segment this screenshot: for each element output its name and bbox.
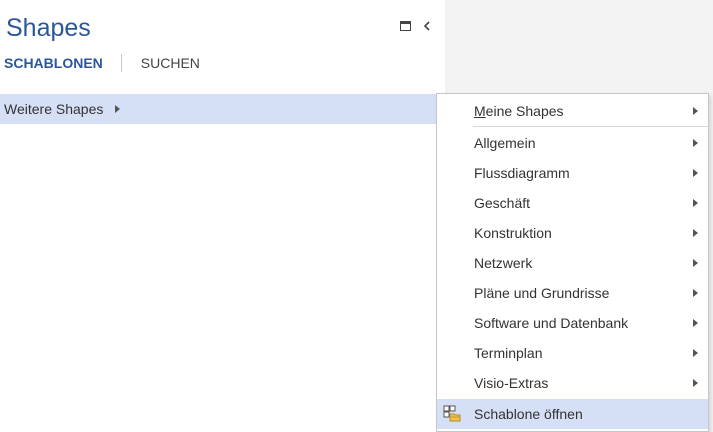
menu-item-visio-extras[interactable]: Visio-Extras — [437, 368, 708, 398]
chevron-right-icon — [693, 379, 698, 387]
menu-item-flowchart[interactable]: Flussdiagramm — [437, 158, 708, 188]
menu-item-business[interactable]: Geschäft — [437, 188, 708, 218]
menu-item-network[interactable]: Netzwerk — [437, 248, 708, 278]
chevron-left-icon[interactable] — [420, 19, 434, 33]
menu-item-general[interactable]: Allgemein — [437, 128, 708, 158]
more-shapes-menu: Meine Shapes Allgemein Flussdiagramm Ges… — [436, 93, 709, 432]
menu-item-open-stencil[interactable]: Schablone öffnen — [437, 399, 708, 429]
chevron-right-icon — [693, 289, 698, 297]
menu-item-label: Konstruktion — [474, 225, 552, 241]
menu-item-label: Geschäft — [474, 195, 531, 211]
shapes-pane: Shapes SCHABLONEN SUCHEN Weitere Shapes … — [0, 0, 713, 432]
chevron-right-icon — [693, 229, 698, 237]
more-shapes-button[interactable]: Weitere Shapes — [0, 94, 436, 124]
chevron-right-icon — [115, 105, 121, 113]
tab-stencils[interactable]: SCHABLONEN — [4, 55, 103, 71]
pane-header-controls — [398, 19, 434, 33]
chevron-right-icon — [693, 169, 698, 177]
pane-title: Shapes — [6, 14, 91, 42]
menu-item-my-shapes[interactable]: Meine Shapes — [437, 96, 708, 126]
menu-item-software-database[interactable]: Software und Datenbank — [437, 308, 708, 338]
more-shapes-label: Weitere Shapes — [4, 101, 104, 117]
menu-item-label: Terminplan — [474, 345, 543, 361]
menu-item-label: Pläne und Grundrisse — [474, 285, 610, 301]
maximize-icon[interactable] — [398, 19, 412, 33]
menu-item-label: Visio-Extras — [474, 375, 549, 391]
menu-item-label: Software und Datenbank — [474, 315, 629, 331]
menu-item-engineering[interactable]: Konstruktion — [437, 218, 708, 248]
menu-item-maps-floorplans[interactable]: Pläne und Grundrisse — [437, 278, 708, 308]
menu-item-label: Flussdiagramm — [474, 165, 570, 181]
chevron-right-icon — [693, 319, 698, 327]
menu-item-label: Allgemein — [474, 135, 536, 151]
chevron-right-icon — [693, 139, 698, 147]
menu-item-schedule[interactable]: Terminplan — [437, 338, 708, 368]
menu-item-label: Netzwerk — [474, 255, 533, 271]
menu-item-label: Schablone öffnen — [474, 406, 583, 422]
chevron-right-icon — [693, 349, 698, 357]
chevron-right-icon — [693, 199, 698, 207]
open-stencil-icon — [443, 405, 461, 423]
menu-item-label: Meine Shapes — [474, 103, 564, 119]
chevron-right-icon — [693, 259, 698, 267]
pane-tabs: SCHABLONEN SUCHEN — [4, 54, 200, 72]
menu-separator — [473, 126, 708, 127]
chevron-right-icon — [693, 107, 698, 115]
tab-divider — [120, 54, 122, 72]
tab-search[interactable]: SUCHEN — [141, 55, 200, 71]
